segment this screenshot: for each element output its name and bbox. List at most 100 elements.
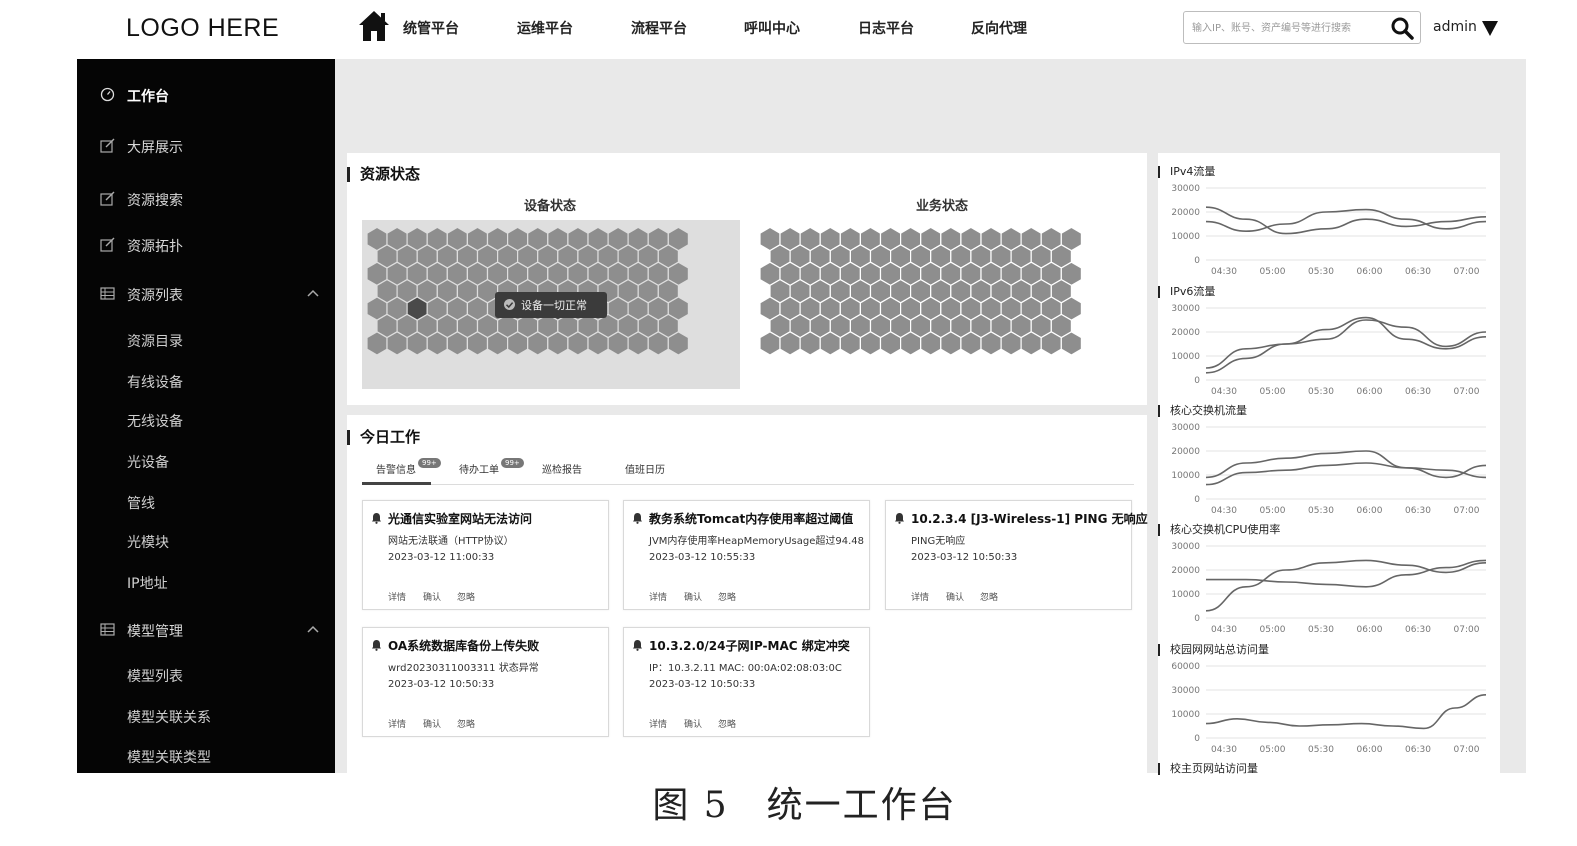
hex-cell xyxy=(1000,331,1022,356)
sidebar-subitem-model-list[interactable]: 模型列表 xyxy=(127,666,183,686)
x-tick-label: 07:00 xyxy=(1454,745,1480,754)
confirm-button[interactable]: 确认 xyxy=(423,590,441,603)
nav-item-ops-platform[interactable]: 运维平台 xyxy=(517,18,573,38)
nav-item-process-platform[interactable]: 流程平台 xyxy=(631,18,687,38)
ignore-button[interactable]: 忽略 xyxy=(980,590,998,603)
search-input[interactable] xyxy=(1192,18,1382,38)
y-tick-label: 0 xyxy=(1194,495,1200,505)
x-tick-label: 04:30 xyxy=(1211,745,1237,754)
sidebar-subitem-pipelines[interactable]: 管线 xyxy=(127,493,155,513)
hex-cell xyxy=(507,331,529,356)
y-tick-label: 30000 xyxy=(1171,184,1200,194)
device-status-title: 设备状态 xyxy=(524,199,577,214)
bell-icon xyxy=(372,640,381,651)
nav-item-call-center[interactable]: 呼叫中心 xyxy=(744,18,800,38)
tab-inspection-report[interactable]: 巡检报告 xyxy=(542,461,582,476)
dashboard-icon xyxy=(100,87,115,102)
hex-cell xyxy=(567,331,589,356)
sidebar-subitem-wired-devices[interactable]: 有线设备 xyxy=(127,372,183,392)
alarm-card[interactable]: 10.3.2.0/24子网IP-MAC 绑定冲突 IP：10.3.2.11 MAC… xyxy=(623,627,870,737)
y-tick-label: 30000 xyxy=(1171,686,1200,696)
business-status-title: 业务状态 xyxy=(916,199,969,214)
sidebar-subitem-model-relations[interactable]: 模型关联关系 xyxy=(127,707,211,727)
tab-divider xyxy=(362,484,1134,485)
sidebar-subitem-optical-devices[interactable]: 光设备 xyxy=(127,452,169,472)
y-tick-label: 0 xyxy=(1194,734,1200,744)
detail-button[interactable]: 详情 xyxy=(649,590,667,603)
search-icon[interactable] xyxy=(1390,16,1414,40)
confirm-button[interactable]: 确认 xyxy=(423,717,441,730)
hex-cell xyxy=(527,331,549,356)
nav-item-unified-platform[interactable]: 统管平台 xyxy=(403,18,459,38)
user-name[interactable]: admin xyxy=(1433,19,1477,35)
hex-cell xyxy=(920,331,942,356)
confirm-button[interactable]: 确认 xyxy=(684,717,702,730)
series-line xyxy=(1205,694,1487,730)
x-tick-label: 05:30 xyxy=(1308,625,1334,634)
sidebar-subitem-optical-modules[interactable]: 光模块 xyxy=(127,532,169,552)
logo[interactable]: LOGO HERE xyxy=(126,14,279,43)
alarm-card[interactable]: 10.2.3.4 [J3-Wireless-1] PING 无响应 PING无响应… xyxy=(885,500,1148,610)
tab-todo-tickets[interactable]: 待办工单99+ xyxy=(459,458,524,476)
business-status-grid[interactable] xyxy=(755,220,1133,389)
x-tick-label: 06:00 xyxy=(1357,267,1383,276)
chart-plot: 0 10000 30000 60000 04:30 05:00 05:30 06:00 06:3… xyxy=(1171,662,1487,754)
nav-item-log-platform[interactable]: 日志平台 xyxy=(858,18,914,38)
detail-button[interactable]: 详情 xyxy=(388,590,406,603)
series-line xyxy=(1205,208,1487,233)
sidebar: 工作台 大屏展示 资源搜索 资源拓扑 资源列表 资源目录 有线设备 无线设备 光… xyxy=(77,59,335,773)
tab-label: 待办工单 xyxy=(459,465,499,476)
alarm-description: PING无响应 xyxy=(911,536,966,547)
alarm-card[interactable]: 教务系统Tomcat内存使用率超过阈值 JVM内存使用率HeapMemoryUsa… xyxy=(623,500,870,610)
sidebar-item-workbench[interactable]: 工作台 xyxy=(77,81,335,109)
x-tick-label: 05:00 xyxy=(1260,745,1286,754)
x-tick-label: 04:30 xyxy=(1211,267,1237,276)
sidebar-item-resource-search[interactable]: 资源搜索 xyxy=(77,185,335,213)
line-chart: IPv4流量 0 10000 20000 30000 04:30 05:00 05:30 06:… xyxy=(1158,166,1500,286)
detail-button[interactable]: 详情 xyxy=(649,717,667,730)
sidebar-subitem-model-relation-types[interactable]: 模型关联类型 xyxy=(127,747,211,767)
ignore-button[interactable]: 忽略 xyxy=(457,717,475,730)
tab-duty-calendar[interactable]: 值班日历 xyxy=(625,461,665,476)
alarm-card[interactable]: OA系统数据库备份上传失败 wrd20230311003311 状态异常 2023-… xyxy=(362,627,609,737)
ignore-button[interactable]: 忽略 xyxy=(457,590,475,603)
x-tick-label: 04:30 xyxy=(1211,506,1237,515)
hex-cell xyxy=(799,331,821,356)
x-tick-label: 07:00 xyxy=(1454,267,1480,276)
top-header: LOGO HERE 统管平台 运维平台 流程平台 呼叫中心 日志平台 反向代理 … xyxy=(0,0,1577,58)
tab-active-indicator xyxy=(362,482,431,485)
caret-down-icon[interactable] xyxy=(1481,20,1499,37)
sidebar-subitem-ip-address[interactable]: IP地址 xyxy=(127,573,168,593)
x-tick-label: 05:00 xyxy=(1260,506,1286,515)
chevron-up-icon[interactable] xyxy=(307,624,319,634)
x-tick-label: 06:30 xyxy=(1405,267,1431,276)
x-tick-label: 05:30 xyxy=(1308,387,1334,396)
tab-label: 告警信息 xyxy=(376,465,416,476)
sidebar-item-big-screen[interactable]: 大屏展示 xyxy=(77,132,335,160)
x-tick-label: 04:30 xyxy=(1211,625,1237,634)
sidebar-item-resource-topology[interactable]: 资源拓扑 xyxy=(77,231,335,259)
ignore-button[interactable]: 忽略 xyxy=(718,590,736,603)
detail-button[interactable]: 详情 xyxy=(388,717,406,730)
alarm-card[interactable]: 光通信实验室网站无法访问 网站无法联通（HTTP协议） 2023-03-12 11:… xyxy=(362,500,609,610)
device-healthy-label: 设备一切正常 xyxy=(521,299,587,312)
line-chart: 校主页网站访问量 xyxy=(1158,763,1500,775)
confirm-button[interactable]: 确认 xyxy=(946,590,964,603)
hex-cell xyxy=(980,331,1002,356)
sidebar-item-resource-list[interactable]: 资源列表 xyxy=(77,280,335,308)
sidebar-item-label: 工作台 xyxy=(127,89,169,105)
alarm-title: 10.3.2.0/24子网IP-MAC 绑定冲突 xyxy=(649,639,850,653)
nav-item-reverse-proxy[interactable]: 反向代理 xyxy=(971,18,1027,38)
ignore-button[interactable]: 忽略 xyxy=(718,717,736,730)
sidebar-subitem-resource-catalog[interactable]: 资源目录 xyxy=(127,331,183,351)
tab-alarm-info[interactable]: 告警信息99+ xyxy=(376,458,441,476)
home-icon[interactable] xyxy=(357,9,391,43)
detail-button[interactable]: 详情 xyxy=(911,590,929,603)
bell-icon xyxy=(895,513,904,524)
chevron-up-icon[interactable] xyxy=(307,288,319,298)
x-tick-label: 06:00 xyxy=(1357,506,1383,515)
hex-cell xyxy=(587,331,609,356)
sidebar-subitem-wireless-devices[interactable]: 无线设备 xyxy=(127,411,183,431)
confirm-button[interactable]: 确认 xyxy=(684,590,702,603)
sidebar-item-model-management[interactable]: 模型管理 xyxy=(77,616,335,644)
